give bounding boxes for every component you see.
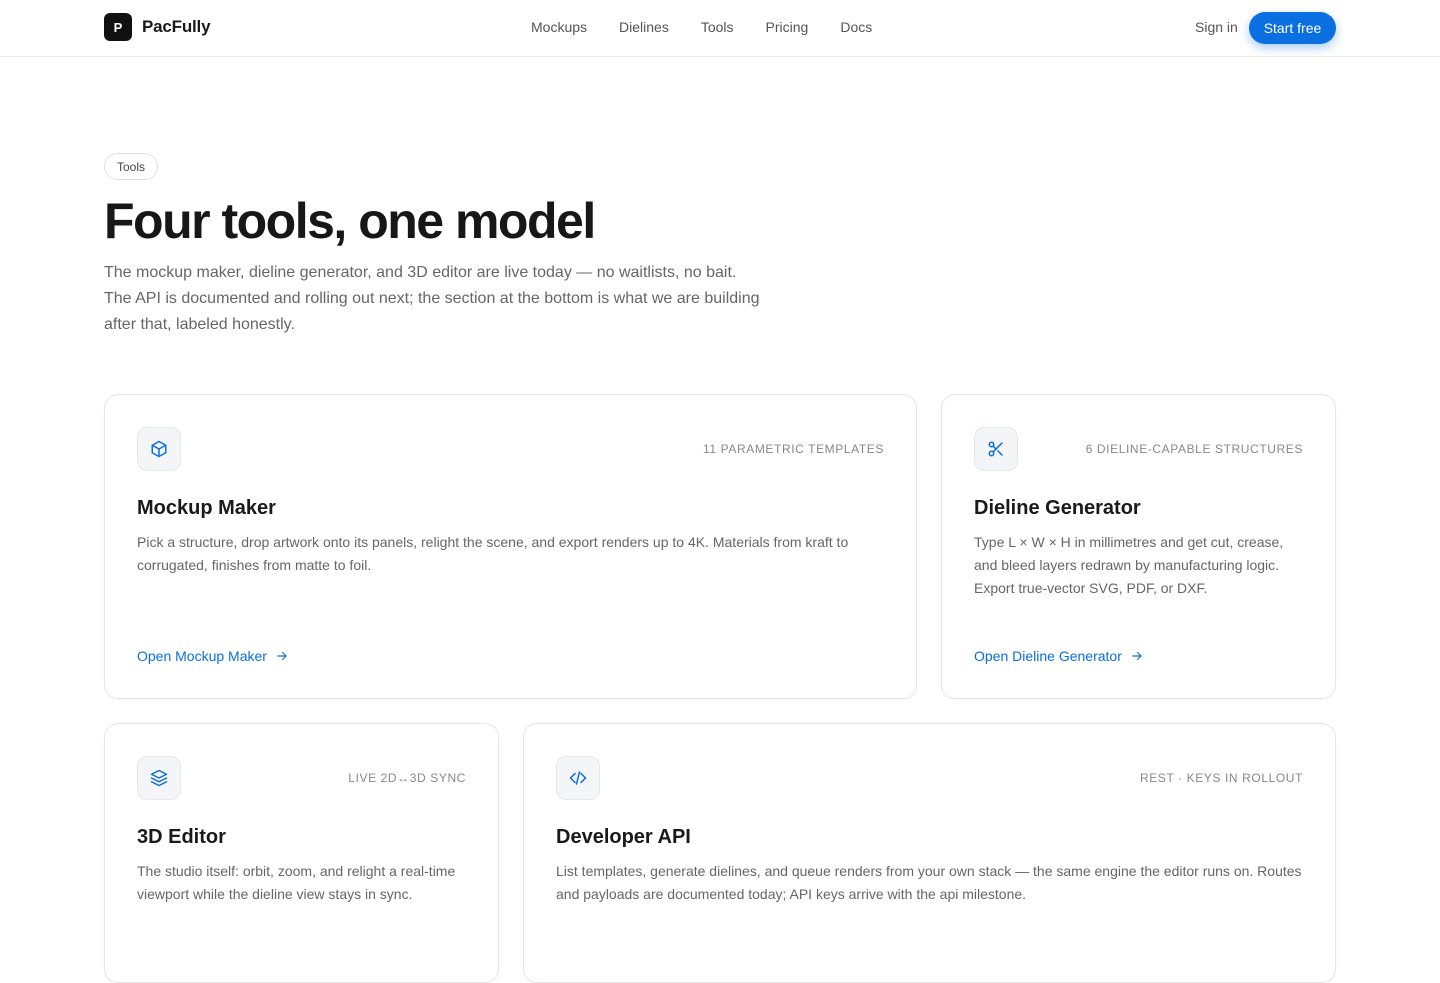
brand-name: PacFully	[142, 17, 211, 36]
card-tag: 11 PARAMETRIC TEMPLATES	[703, 442, 884, 456]
nav-link-pricing[interactable]: Pricing	[766, 18, 809, 36]
card-tag: 6 DIELINE-CAPABLE STRUCTURES	[1085, 442, 1303, 456]
sign-in-link[interactable]: Sign in	[1195, 18, 1238, 36]
card-3d-editor: LIVE 2D↔3D SYNC 3D Editor The studio its…	[104, 723, 499, 983]
nav-links: Mockups Dielines Tools Pricing Docs	[531, 18, 872, 36]
scissors-icon	[974, 427, 1018, 471]
layers-icon	[137, 756, 181, 800]
code-icon	[556, 756, 600, 800]
card-title: Mockup Maker	[137, 497, 276, 519]
card-mockup-maker: 11 PARAMETRIC TEMPLATES Mockup Maker Pic…	[104, 394, 917, 699]
card-title: 3D Editor	[137, 826, 226, 848]
open-dieline-generator-link[interactable]: Open Dieline Generator	[974, 648, 1144, 664]
nav-link-tools[interactable]: Tools	[701, 18, 734, 36]
arrow-right-icon	[1132, 651, 1142, 661]
arrow-right-icon	[277, 651, 287, 661]
card-description: Pick a structure, drop artwork onto its …	[137, 534, 849, 573]
page-title: Four tools, one model	[104, 193, 596, 249]
nav-link-dielines[interactable]: Dielines	[619, 18, 669, 36]
top-nav: P PacFully Mockups Dielines Tools Pricin…	[0, 0, 1440, 57]
start-free-button[interactable]: Start free	[1249, 12, 1336, 44]
open-mockup-maker-link[interactable]: Open Mockup Maker	[137, 648, 289, 664]
nav-link-mockups[interactable]: Mockups	[531, 18, 587, 36]
card-link-label: Open Dieline Generator	[974, 648, 1122, 664]
card-description: Type L × W × H in millimetres and get cu…	[974, 534, 1284, 596]
card-title: Developer API	[556, 826, 691, 848]
card-dieline-generator: 6 DIELINE-CAPABLE STRUCTURES Dieline Gen…	[941, 394, 1336, 699]
cube-icon	[137, 427, 181, 471]
nav-link-docs[interactable]: Docs	[840, 18, 872, 36]
card-description: The studio itself: orbit, zoom, and reli…	[137, 863, 456, 902]
card-description: List templates, generate dielines, and q…	[556, 863, 1302, 902]
card-tag: REST · KEYS IN ROLLOUT	[1139, 771, 1303, 785]
page-subtitle: The mockup maker, dieline generator, and…	[104, 264, 760, 333]
card-title: Dieline Generator	[974, 497, 1141, 519]
card-tag: LIVE 2D↔3D SYNC	[348, 771, 466, 785]
card-developer-api: REST · KEYS IN ROLLOUT Developer API Lis…	[523, 723, 1336, 983]
card-link-label: Open Mockup Maker	[137, 648, 267, 664]
section-pill: Tools	[104, 153, 159, 180]
logo-icon: P	[104, 13, 132, 41]
brand[interactable]: P PacFully	[104, 13, 211, 41]
